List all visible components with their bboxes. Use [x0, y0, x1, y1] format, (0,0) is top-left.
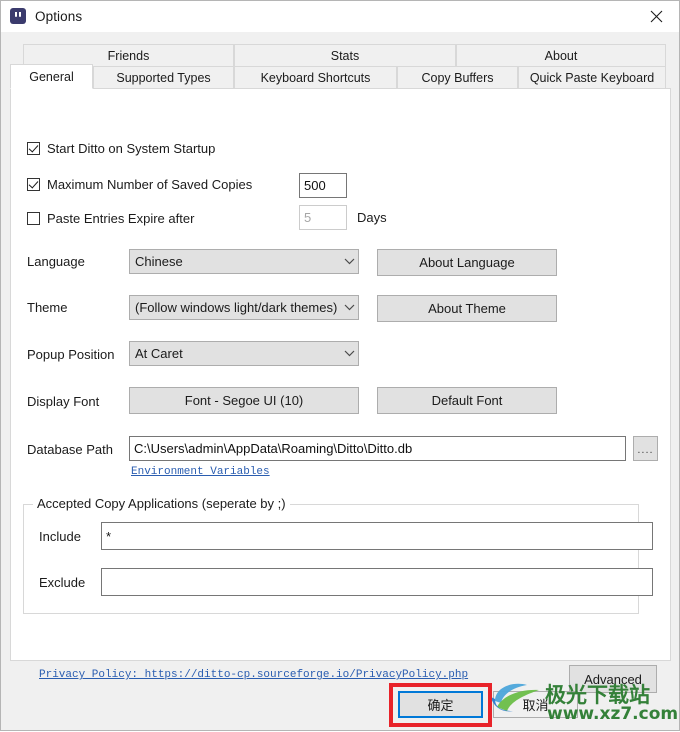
about-language-button[interactable]: About Language [377, 249, 557, 276]
tab-label: Quick Paste Keyboard [529, 71, 655, 85]
tab-copy-buffers[interactable]: Copy Buffers [397, 66, 518, 89]
start-on-startup-checkbox[interactable]: Start Ditto on System Startup [27, 141, 215, 156]
dropdown-value: At Caret [135, 346, 183, 361]
checkbox-label: Start Ditto on System Startup [47, 141, 216, 156]
tab-label: Stats [330, 48, 360, 63]
chevron-down-icon [340, 304, 358, 311]
paste-expire-checkbox[interactable]: Paste Entries Expire after [27, 211, 194, 226]
cancel-button[interactable]: 取消 [493, 691, 578, 718]
dropdown-value: (Follow windows light/dark themes) [135, 300, 338, 315]
advanced-button[interactable]: Advanced [569, 665, 657, 693]
ok-button[interactable]: 确定 [398, 691, 483, 718]
expire-days-unit-label: Days [357, 210, 387, 225]
theme-label: Theme [27, 300, 68, 315]
chevron-down-icon [340, 350, 358, 357]
browse-database-path-button[interactable]: .... [633, 436, 658, 461]
popup-position-label: Popup Position [27, 347, 115, 362]
tab-label: Friends [107, 48, 150, 63]
button-label: Font - Segoe UI (10) [184, 393, 304, 408]
accepted-copy-applications-group [23, 504, 639, 614]
tab-keyboard-shortcuts[interactable]: Keyboard Shortcuts [234, 66, 397, 89]
tab-strip: Friends Stats About General Supported Ty… [10, 44, 671, 89]
input-value: 500 [304, 178, 326, 193]
options-dialog-window: Options Friends Stats About General Supp… [0, 0, 680, 731]
display-font-button[interactable]: Font - Segoe UI (10) [129, 387, 359, 414]
chevron-down-icon [340, 258, 358, 265]
ditto-app-icon [10, 8, 26, 24]
dialog-body: Friends Stats About General Supported Ty… [1, 32, 679, 730]
checkbox-label: Maximum Number of Saved Copies [47, 177, 253, 192]
environment-variables-link[interactable]: Environment Variables [131, 466, 270, 478]
display-font-label: Display Font [27, 394, 100, 409]
max-saved-copies-checkbox[interactable]: Maximum Number of Saved Copies [27, 177, 252, 192]
dropdown-value: Chinese [135, 254, 183, 269]
accepted-copy-applications-caption: Accepted Copy Applications (seperate by … [33, 496, 290, 511]
button-label: 取消 [522, 698, 549, 713]
input-value: C:\Users\admin\AppData\Roaming\Ditto\Dit… [134, 441, 413, 456]
include-input[interactable]: * [101, 522, 653, 550]
checkbox-box [27, 178, 40, 191]
tab-label: Copy Buffers [421, 71, 494, 85]
window-title: Options [35, 8, 83, 24]
button-label: About Language [419, 255, 515, 270]
about-theme-button[interactable]: About Theme [377, 295, 557, 322]
tab-friends[interactable]: Friends [23, 44, 234, 66]
include-label: Include [39, 529, 81, 544]
close-icon[interactable] [634, 1, 679, 31]
tab-label: About [544, 48, 578, 63]
input-value: 5 [304, 210, 312, 225]
checkbox-box [27, 212, 40, 225]
checkbox-label: Paste Entries Expire after [47, 211, 195, 226]
tab-stats[interactable]: Stats [234, 44, 456, 66]
database-path-label: Database Path [27, 442, 114, 457]
tab-about[interactable]: About [456, 44, 666, 66]
tab-general[interactable]: General [10, 64, 93, 89]
input-value: * [106, 528, 112, 544]
tab-label: Keyboard Shortcuts [260, 71, 371, 85]
button-label: 确定 [427, 698, 454, 713]
max-saved-copies-input[interactable]: 500 [299, 173, 347, 198]
tab-quick-paste-keyboard[interactable]: Quick Paste Keyboard [518, 66, 666, 89]
exclude-input[interactable] [101, 568, 653, 596]
button-label: About Theme [428, 301, 506, 316]
tab-label: Supported Types [116, 71, 211, 85]
button-label: Default Font [431, 393, 503, 408]
exclude-label: Exclude [39, 575, 86, 590]
button-label: .... [637, 444, 654, 456]
tab-label: General [29, 69, 74, 84]
default-font-button[interactable]: Default Font [377, 387, 557, 414]
tab-supported-types[interactable]: Supported Types [93, 66, 234, 89]
popup-position-dropdown[interactable]: At Caret [129, 341, 359, 366]
checkbox-box [27, 142, 40, 155]
button-label: Advanced [584, 671, 642, 687]
theme-dropdown[interactable]: (Follow windows light/dark themes) [129, 295, 359, 320]
language-label: Language [27, 254, 85, 269]
title-bar: Options [1, 1, 679, 32]
database-path-input[interactable]: C:\Users\admin\AppData\Roaming\Ditto\Dit… [129, 436, 626, 461]
language-dropdown[interactable]: Chinese [129, 249, 359, 274]
privacy-policy-link[interactable]: Privacy Policy: https://ditto-cp.sourcef… [39, 669, 468, 681]
paste-expire-days-input[interactable]: 5 [299, 205, 347, 230]
